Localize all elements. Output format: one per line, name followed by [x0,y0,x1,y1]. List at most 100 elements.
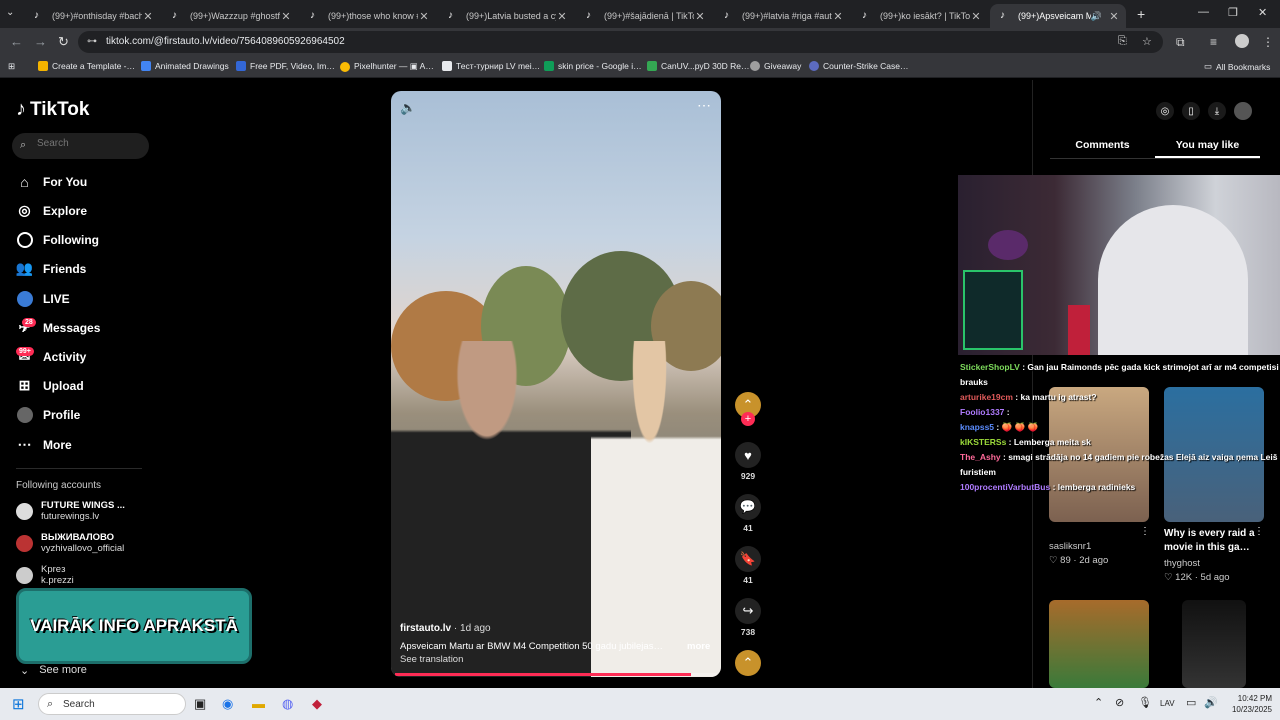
reload-icon[interactable]: ↻ [58,34,69,50]
video-author[interactable]: firstauto.lv · 1d ago [400,623,491,634]
install-icon[interactable]: ⎘ [1118,35,1127,48]
chevron-up-icon[interactable]: ⌃ [1094,696,1103,709]
bookmark-item[interactable]: Giveaway [750,61,801,71]
nav-live[interactable]: LIVE [16,290,70,307]
bookmark-item[interactable]: Create a Template -… [38,61,135,71]
nav-more[interactable]: ⋯ More [16,436,72,453]
browser-tab-active[interactable]: ♪ (99+)Apsveicam Mar…🔊 ✕ [990,4,1126,28]
recommended-author[interactable]: thyghost [1164,558,1200,569]
speaker-icon[interactable]: 🔊 [1091,11,1102,22]
monitor-icon[interactable]: ▭ [1186,696,1196,709]
media-control-icon[interactable]: ≡ [1210,35,1217,49]
close-tab-icon[interactable]: ✕ [1108,10,1120,23]
close-tab-icon[interactable]: ✕ [832,10,844,23]
back-icon[interactable]: ← [10,34,23,49]
close-window-icon[interactable]: ✕ [1258,6,1267,19]
bookmark-item[interactable]: CanUV...pyD 30D Re… [647,61,750,71]
bookmark-item[interactable]: Counter-Strike Case… [809,61,909,71]
browser-tab[interactable]: ♪ (99+)#onthisday #bacha…✕ [24,4,160,28]
taskbar-search[interactable]: ⌕ Search [38,693,186,715]
address-bar[interactable]: ⊶ tiktok.com/@firstauto.lv/video/7564089… [78,31,1163,53]
follow-plus-icon[interactable]: + [741,412,755,426]
like-button[interactable]: ♥ 929 [734,442,762,481]
close-tab-icon[interactable]: ✕ [694,10,706,23]
search-input[interactable] [37,138,142,149]
recommended-author[interactable]: sasliksnr1 [1049,541,1091,552]
tab-comments[interactable]: Comments [1050,135,1155,158]
close-tab-icon[interactable]: ✕ [418,10,430,23]
apps-icon[interactable]: ⊞ [8,61,15,72]
forward-icon[interactable]: → [34,34,47,49]
site-info-icon[interactable]: ⊶ [87,36,97,47]
nav-profile[interactable]: Profile [16,406,80,423]
account-item[interactable]: Kpreз k.prezzi [16,564,74,586]
task-view-icon[interactable]: ▣ [194,696,206,712]
bookmark-item[interactable]: Тест-турнир LV mei… [442,61,540,71]
network-off-icon[interactable]: ⊘ [1115,696,1124,709]
bookmark-item[interactable]: skin price - Google i… [544,61,642,71]
keyboard-language[interactable]: LAV [1160,699,1175,708]
account-item[interactable]: ВЫЖИВАЛОВО vyzhivallovo_official [16,532,124,554]
profile-avatar[interactable] [1235,34,1249,48]
avatar[interactable] [1234,102,1252,120]
browser-tab[interactable]: ♪ (99+)#latvia #riga #autun…✕ [714,4,850,28]
download-icon[interactable]: ⤓ [1208,102,1226,120]
recommended-title[interactable]: Why is every raid a movie in this ga… [1164,527,1259,555]
tab-you-may-like[interactable]: You may like [1155,135,1260,158]
nav-for-you[interactable]: ⌂ For You [16,173,87,190]
browser-tab[interactable]: ♪ (99+)Latvia busted a cybe…✕ [438,4,574,28]
more-options-icon[interactable]: ⋮ [1140,526,1150,537]
browser-tab[interactable]: ♪ (99+)#šajādienā | TikTok ✕ [576,4,712,28]
recommended-thumbnail[interactable] [1182,600,1246,688]
close-tab-icon[interactable]: ✕ [556,10,568,23]
see-translation-link[interactable]: See translation [400,654,463,665]
browser-tab[interactable]: ♪ (99+)those who know #fy…✕ [300,4,436,28]
menu-icon[interactable]: ⋮ [1262,35,1274,49]
minimize-icon[interactable]: — [1198,6,1209,18]
caption-more-link[interactable]: more [687,641,710,652]
author-name[interactable]: firstauto.lv [400,623,451,634]
chrome-icon[interactable]: ◉ [222,696,233,712]
nav-following[interactable]: Following [16,231,99,248]
close-tab-icon[interactable]: ✕ [142,10,154,23]
close-tab-icon[interactable]: ✕ [970,10,982,23]
video-progress-bar[interactable] [395,673,717,676]
extensions-icon[interactable]: ⧉ [1176,35,1185,50]
recommended-thumbnail[interactable] [1049,600,1149,688]
nav-friends[interactable]: 👥 Friends [16,260,87,277]
windows-start-icon[interactable]: ⊞ [12,695,25,713]
restore-icon[interactable]: ❐ [1228,6,1238,19]
sound-disc[interactable]: ⌃ [734,650,762,676]
discord-icon[interactable]: ◍ [282,696,293,712]
tab-search-icon[interactable]: ⌄ [6,7,14,18]
creator-avatar[interactable]: ⌃ + [734,392,762,426]
bookmark-item[interactable]: Animated Drawings [141,61,229,71]
file-explorer-icon[interactable]: ▬ [252,696,265,711]
app-icon[interactable]: ◆ [312,696,322,712]
save-button[interactable]: 🔖 41 [734,546,762,585]
compass-icon[interactable]: ◎ [1156,102,1174,120]
browser-tab[interactable]: ♪ (99+)ko iesākt? | TikTok ✕ [852,4,988,28]
nav-upload[interactable]: ⊞ Upload [16,377,84,394]
close-tab-icon[interactable]: ✕ [280,10,292,23]
volume-icon[interactable]: 🔈 [400,100,416,116]
video-player[interactable]: 🔈 ⋯ firstauto.lv · 1d ago Apsveicam Mart… [391,91,721,677]
more-options-icon[interactable]: ⋯ [697,97,711,114]
all-bookmarks[interactable]: ▭ All Bookmarks [1204,61,1270,72]
new-tab-icon[interactable]: + [1137,6,1145,22]
browser-tab[interactable]: ♪ (99+)Wazzzup #ghostfac…✕ [162,4,298,28]
device-icon[interactable]: ▯ [1182,102,1200,120]
bookmark-item[interactable]: Pixelhunter — ▣ A… [340,61,434,72]
share-button[interactable]: ↪ 738 [734,598,762,637]
volume-icon[interactable]: 🔊 [1204,696,1218,709]
see-more-button[interactable]: ⌄ See more [20,664,87,677]
system-clock[interactable]: 10:42 PM 10/23/2025 [1222,693,1272,715]
nav-explore[interactable]: ◎ Explore [16,202,87,219]
tiktok-logo[interactable]: ♪ TikTok [16,98,89,121]
comment-button[interactable]: 💬 41 [734,494,762,533]
bookmark-star-icon[interactable]: ☆ [1142,35,1152,48]
microphone-icon[interactable]: 🎙 [1138,696,1152,709]
bookmark-item[interactable]: Free PDF, Video, Im… [236,61,335,71]
account-item[interactable]: FUTURE WINGS ... futurewings.lv [16,500,125,522]
search-box[interactable]: ⌕ [12,133,149,159]
